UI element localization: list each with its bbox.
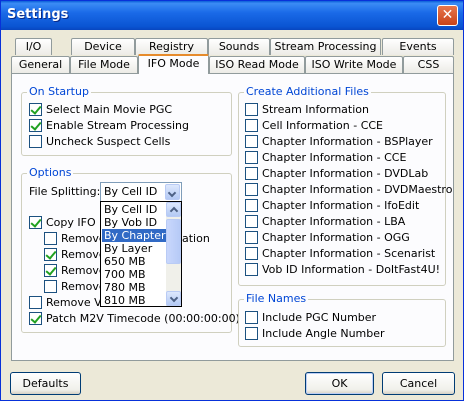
checkbox-box[interactable]: [44, 280, 57, 293]
cell-information-cce-checkbox[interactable]: Cell Information - CCE: [245, 118, 383, 133]
window-title: Settings: [7, 7, 69, 22]
chapter-information-dvdmaestro-checkbox[interactable]: Chapter Information - DVDMaestro: [245, 182, 452, 197]
tab-iso-read-mode[interactable]: ISO Read Mode: [209, 56, 305, 73]
checkbox-box[interactable]: [44, 264, 57, 277]
checkbox-box[interactable]: [245, 199, 258, 212]
checkbox-box[interactable]: [29, 119, 42, 132]
file-splitting-label: File Splitting:: [29, 185, 101, 198]
dropdown-option[interactable]: 780 MB: [102, 281, 166, 294]
options-legend: Options: [27, 166, 74, 179]
scroll-down-icon[interactable]: [166, 291, 181, 306]
checkbox-box[interactable]: [245, 167, 258, 180]
file-splitting-select[interactable]: By Cell ID: [100, 182, 182, 202]
checkbox-box[interactable]: [245, 311, 258, 324]
chapter-information-ifoedit-checkbox[interactable]: Chapter Information - IfoEdit: [245, 198, 419, 213]
tab-device[interactable]: Device: [71, 38, 135, 55]
vob-id-information-checkbox[interactable]: Vob ID Information - DoItFast4U!: [245, 262, 440, 277]
checkbox-box[interactable]: [29, 216, 42, 229]
chapter-information-ogg-checkbox[interactable]: Chapter Information - OGG: [245, 230, 410, 245]
stream-information-checkbox[interactable]: Stream Information: [245, 102, 369, 117]
file-splitting-value: By Cell ID: [104, 185, 158, 198]
on-startup-legend: On Startup: [27, 85, 91, 98]
chevron-down-icon[interactable]: [165, 184, 180, 200]
checkbox-box[interactable]: [245, 263, 258, 276]
chapter-information-bsplayer-checkbox[interactable]: Chapter Information - BSPlayer: [245, 134, 433, 149]
file-names-legend: File Names: [244, 292, 309, 305]
tab-stream-processing[interactable]: Stream Processing: [270, 38, 381, 55]
remove-option-3-checkbox[interactable]: Remove: [44, 263, 106, 278]
dropdown-option[interactable]: By Vob ID: [102, 216, 166, 229]
checkbox-box[interactable]: [245, 247, 258, 260]
tab-iso-write-mode[interactable]: ISO Write Mode: [305, 56, 403, 73]
remove-vo-checkbox[interactable]: Remove VO: [29, 295, 110, 310]
dropdown-option[interactable]: By Layer: [102, 242, 166, 255]
dropdown-scrollbar[interactable]: [166, 202, 181, 306]
chapter-information-dvdlab-checkbox[interactable]: Chapter Information - DVDLab: [245, 166, 428, 181]
tab-file-mode[interactable]: File Mode: [70, 56, 138, 73]
tab-registry[interactable]: Registry: [135, 38, 208, 55]
copy-ifo-checkbox[interactable]: Copy IFO F: [29, 215, 105, 230]
scroll-up-icon[interactable]: [166, 202, 181, 217]
chapter-information-cce-checkbox[interactable]: Chapter Information - CCE: [245, 150, 406, 165]
dropdown-option[interactable]: By Cell ID: [102, 203, 166, 216]
tab-css[interactable]: CSS: [403, 56, 454, 73]
file-splitting-dropdown-list[interactable]: By Cell ID By Vob ID By Chapter By Layer…: [100, 201, 182, 307]
checkbox-box[interactable]: [44, 232, 57, 245]
checkbox-box[interactable]: [29, 135, 42, 148]
uncheck-suspect-cells-checkbox[interactable]: Uncheck Suspect Cells: [29, 134, 170, 149]
scrollbar-thumb[interactable]: [166, 219, 181, 264]
close-button[interactable]: ✕: [437, 5, 458, 26]
tab-events[interactable]: Events: [382, 38, 454, 55]
select-main-movie-pgc-checkbox[interactable]: Select Main Movie PGC: [29, 102, 172, 117]
create-additional-files-legend: Create Additional Files: [244, 85, 371, 98]
dropdown-option[interactable]: 810 MB: [102, 294, 166, 306]
checkbox-box[interactable]: [29, 312, 42, 325]
checkbox-box[interactable]: [245, 135, 258, 148]
enable-stream-processing-checkbox[interactable]: Enable Stream Processing: [29, 118, 189, 133]
include-pgc-number-checkbox[interactable]: Include PGC Number: [245, 310, 376, 325]
settings-window: Settings ✕ I/O Device Registry Sounds St…: [0, 0, 464, 401]
patch-m2v-timecode-checkbox[interactable]: Patch M2V Timecode (00:00:00:00): [29, 311, 240, 326]
checkbox-box[interactable]: [245, 183, 258, 196]
checkbox-box[interactable]: [245, 215, 258, 228]
defaults-button[interactable]: Defaults: [10, 372, 81, 395]
remove-option-1-checkbox[interactable]: Remove: [44, 231, 106, 246]
checkbox-box[interactable]: [245, 231, 258, 244]
checkbox-box[interactable]: [245, 119, 258, 132]
ok-button[interactable]: OK: [305, 372, 374, 395]
checkbox-box[interactable]: [245, 327, 258, 340]
title-bar[interactable]: Settings ✕: [1, 1, 463, 30]
tab-ifo-mode[interactable]: IFO Mode: [138, 54, 209, 74]
dropdown-option[interactable]: 650 MB: [102, 255, 166, 268]
checkbox-box[interactable]: [29, 103, 42, 116]
checkbox-box[interactable]: [245, 103, 258, 116]
remove-option-4-checkbox[interactable]: Remove: [44, 279, 106, 294]
dropdown-option-selected[interactable]: By Chapter: [102, 229, 166, 242]
tab-general[interactable]: General: [11, 56, 70, 73]
remove-option-2-checkbox[interactable]: Remove: [44, 247, 106, 262]
checkbox-box[interactable]: [29, 296, 42, 309]
chapter-information-scenarist-checkbox[interactable]: Chapter Information - Scenarist: [245, 246, 435, 261]
remove-option-1-label-tail: ation: [182, 232, 210, 245]
checkbox-box[interactable]: [44, 248, 57, 261]
include-angle-number-checkbox[interactable]: Include Angle Number: [245, 326, 385, 341]
chapter-information-lba-checkbox[interactable]: Chapter Information - LBA: [245, 214, 405, 229]
cancel-button[interactable]: Cancel: [382, 372, 455, 395]
tab-io[interactable]: I/O: [15, 38, 52, 55]
tab-sounds[interactable]: Sounds: [208, 38, 270, 55]
checkbox-box[interactable]: [245, 151, 258, 164]
close-icon: ✕: [441, 7, 454, 23]
dropdown-option[interactable]: 700 MB: [102, 268, 166, 281]
